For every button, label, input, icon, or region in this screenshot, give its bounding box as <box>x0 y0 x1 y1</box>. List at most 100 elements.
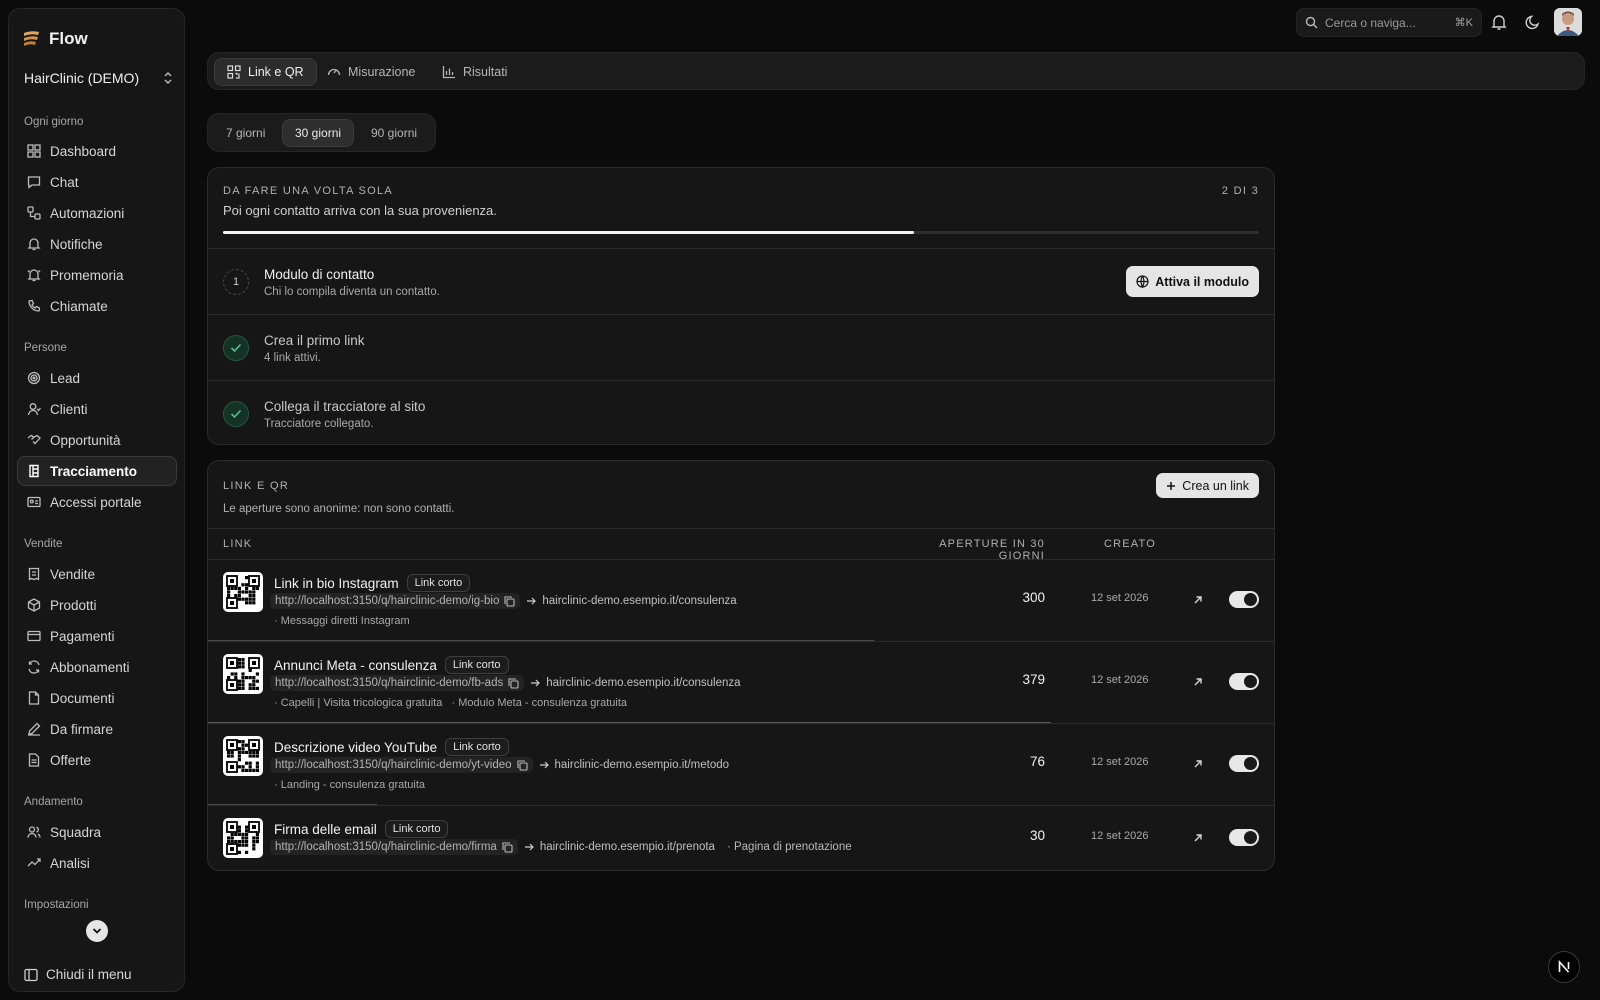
sidebar-item-lead[interactable]: Lead <box>17 363 177 393</box>
create-link-button[interactable]: Crea un link <box>1156 473 1259 498</box>
sidebar-item-chat[interactable]: Chat <box>17 167 177 197</box>
open-link-icon[interactable] <box>1191 831 1205 845</box>
user-icon <box>27 402 41 416</box>
tab-bar: Link e QR Misurazione Risultati <box>207 52 1585 90</box>
destination-url: hairclinic-demo.esempio.it/consulenza <box>542 595 737 607</box>
links-subtitle: Le aperture sono anonime: non sono conta… <box>223 503 455 515</box>
tab-label: Link e QR <box>248 65 304 79</box>
copy-icon[interactable] <box>504 595 515 607</box>
qr-code-icon[interactable] <box>223 654 263 694</box>
copy-icon[interactable] <box>508 677 519 689</box>
short-url[interactable]: http://localhost:3150/q/hairclinic-demo/… <box>270 757 533 773</box>
link-tag: · Pagina di prenotazione <box>726 841 852 853</box>
link-title: Link in bio Instagram Link corto <box>274 574 471 592</box>
sidebar-item-abbonamenti[interactable]: Abbonamenti <box>17 652 177 682</box>
section-title: Ogni giorno <box>24 116 84 128</box>
copy-icon[interactable] <box>516 759 528 771</box>
tab-risultati[interactable]: Risultati <box>429 58 520 86</box>
sidebar-item-da-firmare[interactable]: Da firmare <box>17 714 177 744</box>
step-number: 1 <box>223 269 249 295</box>
sidebar-item-label: Chat <box>50 174 79 190</box>
step-title: Modulo di contatto <box>264 267 375 282</box>
step-description: Tracciatore collegato. <box>264 418 374 430</box>
avatar[interactable] <box>1554 8 1582 36</box>
short-link-badge: Link corto <box>445 738 509 756</box>
sidebar-item-offerte[interactable]: Offerte <box>17 745 177 775</box>
document-icon <box>27 691 41 705</box>
activate-form-button[interactable]: Attiva il modulo <box>1126 266 1259 297</box>
destination-url: hairclinic-demo.esempio.it/consulenza <box>546 677 741 689</box>
chevron-down-icon <box>92 927 102 935</box>
range-90-days[interactable]: 90 giorni <box>358 119 430 147</box>
check-icon <box>223 335 249 361</box>
range-30-days[interactable]: 30 giorni <box>282 119 355 147</box>
moon-icon[interactable] <box>1524 13 1542 31</box>
dev-tools-badge[interactable] <box>1548 951 1580 983</box>
receipt-icon <box>27 567 41 581</box>
tab-misurazione[interactable]: Misurazione <box>314 58 428 86</box>
short-url[interactable]: http://localhost:3150/q/hairclinic-demo/… <box>270 839 518 855</box>
search-input[interactable] <box>1325 15 1435 30</box>
destination-url: hairclinic-demo.esempio.it/metodo <box>554 759 730 771</box>
link-name: Descrizione video YouTube <box>274 739 438 755</box>
brand[interactable]: Flow <box>21 29 88 49</box>
opens-share-bar <box>208 870 275 871</box>
sidebar-item-pagamenti[interactable]: Pagamenti <box>17 621 177 651</box>
box-icon <box>27 598 41 612</box>
notifications-bell-icon[interactable] <box>1490 13 1508 31</box>
link-enabled-toggle[interactable] <box>1229 755 1259 772</box>
open-link-icon[interactable] <box>1191 675 1205 689</box>
qr-code-icon[interactable] <box>223 572 263 612</box>
sidebar-item-notifiche[interactable]: Notifiche <box>17 229 177 259</box>
short-url-text: http://localhost:3150/q/hairclinic-demo/… <box>275 759 512 771</box>
sidebar-item-clienti[interactable]: Clienti <box>17 394 177 424</box>
sidebar-item-label: Tracciamento <box>50 463 138 479</box>
link-enabled-toggle[interactable] <box>1229 673 1259 690</box>
search-box[interactable]: ⌘K <box>1296 8 1482 37</box>
sidebar-item-tracciamento[interactable]: Tracciamento <box>17 456 177 486</box>
sidebar-item-documenti[interactable]: Documenti <box>17 683 177 713</box>
sidebar-item-prodotti[interactable]: Prodotti <box>17 590 177 620</box>
sidebar-item-label: Dashboard <box>50 143 117 159</box>
sidebar-item-vendite[interactable]: Vendite <box>17 559 177 589</box>
tab-link-e-qr[interactable]: Link e QR <box>214 58 317 86</box>
range-7-days[interactable]: 7 giorni <box>213 119 278 147</box>
setup-progress-bar <box>223 231 1259 234</box>
open-link-icon[interactable] <box>1191 593 1205 607</box>
tab-label: Risultati <box>463 65 508 79</box>
created-date: 12 set 2026 <box>1091 674 1149 686</box>
table-row[interactable]: Link in bio Instagram Link corto http://lo… <box>208 560 1274 642</box>
workspace-switcher[interactable]: HairClinic (DEMO) <box>24 70 174 86</box>
link-enabled-toggle[interactable] <box>1229 829 1259 846</box>
sidebar-item-label: Accessi portale <box>50 494 142 510</box>
sidebar-item-accessi-portale[interactable]: Accessi portale <box>17 487 177 517</box>
qr-code-icon[interactable] <box>223 736 263 776</box>
sidebar-item-promemoria[interactable]: Promemoria <box>17 260 177 290</box>
copy-icon[interactable] <box>502 841 513 853</box>
table-row[interactable]: Descrizione video YouTube Link corto http:… <box>208 724 1274 806</box>
sidebar-item-automazioni[interactable]: Automazioni <box>17 198 177 228</box>
open-link-icon[interactable] <box>1191 757 1205 771</box>
short-url[interactable]: http://localhost:3150/q/hairclinic-demo/… <box>270 593 521 609</box>
short-url[interactable]: http://localhost:3150/q/hairclinic-demo/… <box>270 675 525 691</box>
sidebar-item-squadra[interactable]: Squadra <box>17 817 177 847</box>
link-enabled-toggle[interactable] <box>1229 591 1259 608</box>
sidebar-item-chiamate[interactable]: Chiamate <box>17 291 177 321</box>
short-url-text: http://localhost:3150/q/hairclinic-demo/… <box>275 677 504 689</box>
sidebar-item-dashboard[interactable]: Dashboard <box>17 136 177 166</box>
sidebar-item-label: Lead <box>50 370 81 386</box>
file-text-icon <box>27 753 41 767</box>
search-shortcut: ⌘K <box>1454 17 1473 29</box>
section-title: Andamento <box>24 796 83 808</box>
close-menu-button[interactable]: Chiudi il menu <box>24 967 132 982</box>
sidebar-item-opportunita[interactable]: Opportunità <box>17 425 177 455</box>
created-date: 12 set 2026 <box>1091 756 1149 768</box>
table-row[interactable]: Firma delle email Link corto http://localh… <box>208 806 1274 871</box>
phone-icon <box>27 299 41 313</box>
globe-icon <box>1136 275 1149 288</box>
sidebar-item-analisi[interactable]: Analisi <box>17 848 177 878</box>
scroll-down-button[interactable] <box>86 920 108 942</box>
sidebar-item-label: Opportunità <box>50 432 121 448</box>
table-row[interactable]: Annunci Meta - consulenza Link corto http:… <box>208 642 1274 724</box>
qr-code-icon[interactable] <box>223 818 263 858</box>
